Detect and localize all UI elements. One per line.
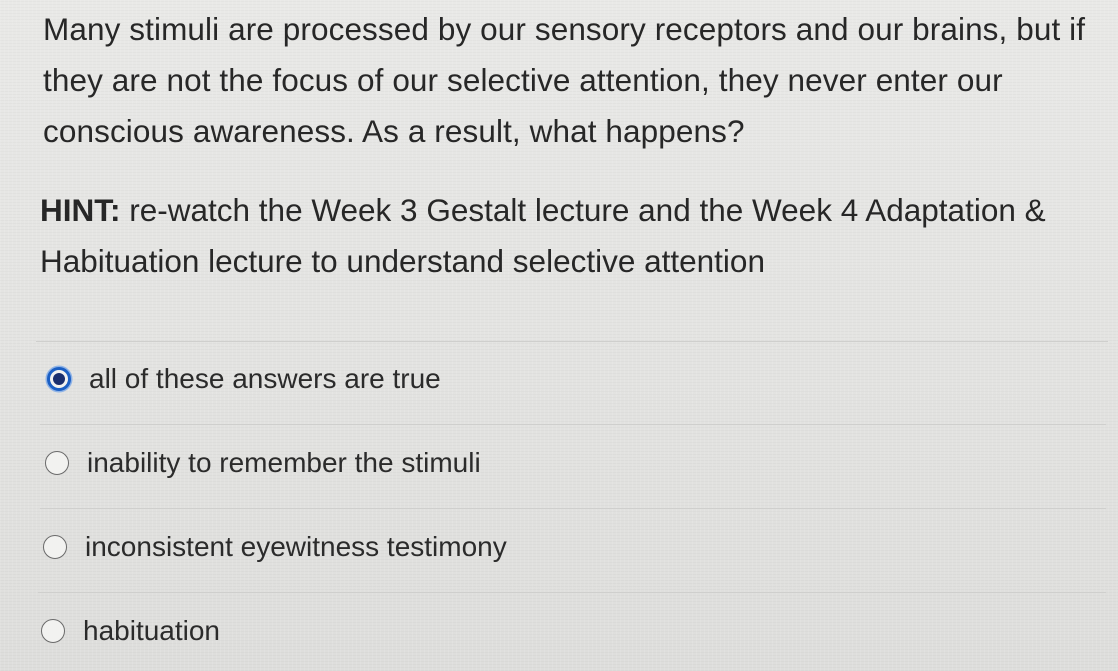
answer-option-inconsistent-testimony[interactable]: inconsistent eyewitness testimony (43, 525, 507, 569)
divider (40, 424, 1106, 425)
answer-label: inability to remember the stimuli (87, 447, 481, 478)
divider (38, 592, 1106, 593)
radio-unselected-icon[interactable] (41, 619, 65, 643)
answer-option-habituation[interactable]: habituation (41, 609, 220, 653)
answer-label: inconsistent eyewitness testimony (85, 531, 507, 562)
answer-option-inability-to-remember[interactable]: inability to remember the stimuli (45, 441, 481, 485)
answer-label: all of these answers are true (89, 363, 441, 394)
answer-label: habituation (83, 615, 221, 646)
radio-unselected-icon[interactable] (45, 451, 69, 475)
radio-unselected-icon[interactable] (43, 535, 67, 559)
divider (40, 508, 1106, 509)
answer-options: all of these answers are true inability … (0, 0, 1118, 671)
answer-option-all-true[interactable]: all of these answers are true (47, 357, 441, 401)
radio-selected-icon[interactable] (47, 367, 71, 391)
